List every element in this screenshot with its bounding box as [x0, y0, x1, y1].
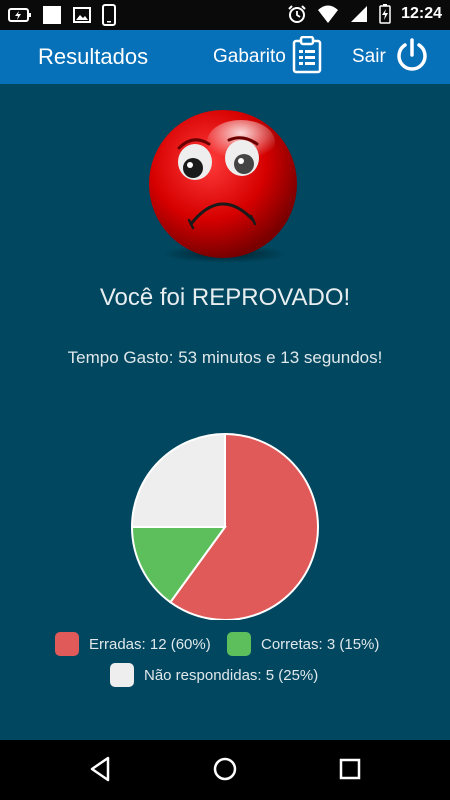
legend-swatch-nao-respondidas [110, 663, 134, 687]
status-icons-left [8, 4, 116, 26]
sad-face-icon [143, 106, 303, 271]
legend-label-nao-respondidas: Não respondidas: 5 (25%) [144, 666, 319, 684]
home-icon[interactable] [212, 755, 238, 788]
notification-square-icon [42, 5, 62, 25]
sair-label: Sair [352, 46, 386, 67]
alarm-icon [287, 4, 307, 24]
gabarito-button[interactable]: Gabarito [213, 35, 322, 79]
result-message: Você foi REPROVADO! [99, 284, 351, 311]
wifi-icon [317, 4, 339, 24]
signal-icon [349, 4, 369, 24]
back-icon[interactable] [88, 755, 114, 788]
navigation-bar [0, 740, 450, 800]
legend-label-erradas: Erradas: 12 (60%) [89, 635, 211, 653]
status-icons-right: 12:24 [287, 4, 442, 24]
page-title: Resultados [38, 44, 149, 69]
gabarito-label: Gabarito [213, 46, 286, 67]
status-bar: 12:24 [0, 0, 450, 30]
battery-charging-icon [8, 5, 32, 25]
legend-erradas: Erradas: 12 (60%) [55, 632, 211, 656]
legend-label-corretas: Corretas: 3 (15%) [261, 635, 380, 653]
clipboard-icon [292, 35, 322, 79]
status-time: 12:24 [401, 5, 442, 22]
result-pie-chart [130, 432, 319, 620]
legend-corretas: Corretas: 3 (15%) [227, 632, 379, 656]
pie-slice-nao-respondidas [130, 432, 226, 528]
legend-swatch-erradas [55, 632, 79, 656]
recents-icon[interactable] [337, 755, 363, 788]
legend-swatch-corretas [227, 632, 251, 656]
battery-icon [379, 4, 391, 24]
sair-button[interactable]: Sair [352, 37, 430, 77]
app-toolbar: Resultados Gabarito Sair [0, 30, 450, 84]
phone-icon [102, 4, 116, 26]
time-spent: Tempo Gasto: 53 minutos e 13 segundos! [67, 348, 383, 367]
image-icon [72, 5, 92, 25]
power-icon [394, 37, 430, 78]
legend-nao-respondidas: Não respondidas: 5 (25%) [110, 663, 318, 687]
